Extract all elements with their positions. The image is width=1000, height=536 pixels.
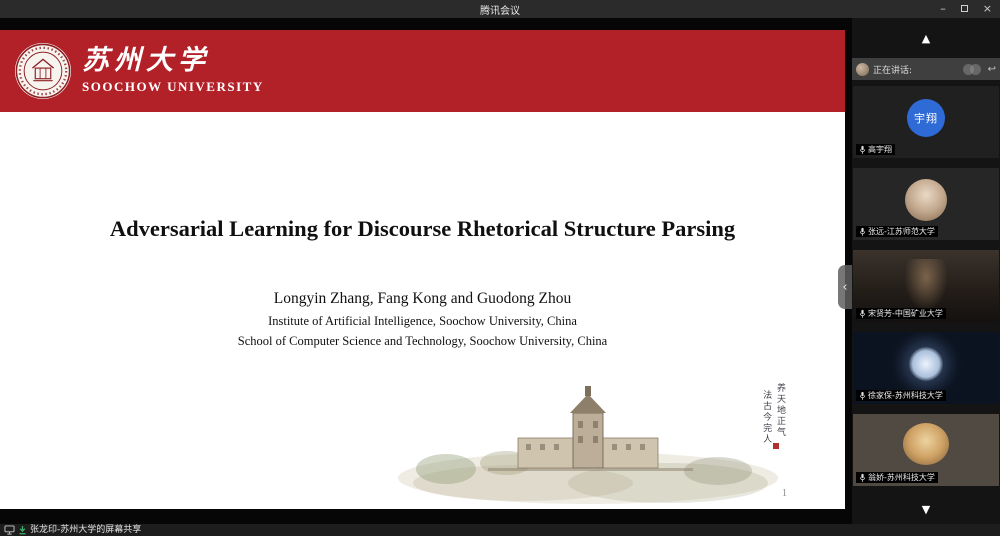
- reply-arrow-icon[interactable]: ↩: [988, 64, 996, 75]
- avatar-initials-text: 宇翔: [914, 110, 938, 126]
- slide-page-number: 1: [782, 488, 787, 499]
- motto-right-column: 养天地正气: [775, 383, 785, 445]
- university-motto-calligraphy: 法古今完人 养天地正气: [761, 383, 785, 445]
- mic-icon: [859, 145, 866, 155]
- university-seal-logo: [14, 42, 72, 100]
- participant-name: 徐家保-苏州科技大学: [868, 390, 943, 401]
- speaker-mini-avatars: [967, 64, 981, 75]
- slide-authors: Longyin Zhang, Fang Kong and Guodong Zho…: [0, 290, 845, 308]
- participants-panel: ▲ 正在讲话: ↩ 宇翔 高宇翔: [852, 18, 1000, 524]
- speaker-avatar: [856, 63, 869, 76]
- maximize-icon: [961, 5, 968, 12]
- red-seal-stamp: [773, 443, 779, 449]
- up-arrow-icon: ▲: [922, 32, 930, 45]
- status-bar: 张龙印-苏州大学的屏幕共享: [0, 524, 1000, 536]
- slide-affiliation-2: School of Computer Science and Technolog…: [0, 334, 845, 349]
- speaking-indicator-bar: 正在讲话: ↩: [852, 58, 1000, 80]
- participant-tile[interactable]: 徐家保-苏州科技大学: [853, 332, 999, 404]
- participant-name-label: 翁娇-苏州科技大学: [856, 472, 938, 483]
- slide-header-banner: 苏州大学 SOOCHOW UNIVERSITY: [0, 30, 845, 112]
- window-title: 腾讯会议: [480, 2, 520, 17]
- avatar-initials: 宇翔: [907, 99, 945, 137]
- scroll-up-button[interactable]: ▲: [852, 18, 1000, 58]
- minimize-button[interactable]: –: [940, 0, 946, 18]
- screen-share-icon: [4, 525, 15, 535]
- participant-name-label: 高宇翔: [856, 144, 895, 155]
- avatar-dog-photo: [903, 423, 949, 465]
- participant-name-label: 张远-江苏师范大学: [856, 226, 938, 237]
- participant-tile[interactable]: 宇翔 高宇翔: [853, 86, 999, 158]
- window-controls: – ×: [940, 0, 992, 18]
- screen-share-area: 苏州大学 SOOCHOW UNIVERSITY Adversarial Lear…: [0, 18, 852, 524]
- participant-tile[interactable]: 翁娇-苏州科技大学: [853, 414, 999, 486]
- avatar-photo: [905, 179, 947, 221]
- participant-tile[interactable]: 张远-江苏师范大学: [853, 168, 999, 240]
- campus-illustration-svg: [388, 381, 793, 509]
- university-name-cn: 苏州大学: [82, 47, 264, 75]
- speaking-label: 正在讲话:: [873, 63, 912, 76]
- main-area: 苏州大学 SOOCHOW UNIVERSITY Adversarial Lear…: [0, 18, 1000, 524]
- down-arrow-icon: ▼: [922, 503, 930, 516]
- avatar-moon-photo: [909, 347, 943, 381]
- mic-icon: [859, 309, 866, 319]
- participant-name: 翁娇-苏州科技大学: [868, 472, 935, 483]
- participant-name: 高宇翔: [868, 144, 892, 155]
- chevron-left-icon: ‹: [842, 280, 847, 295]
- slide-title: Adversarial Learning for Discourse Rheto…: [0, 216, 845, 242]
- slide-affiliation-1: Institute of Artificial Intelligence, So…: [0, 314, 845, 329]
- window-titlebar[interactable]: 腾讯会议 – ×: [0, 0, 1000, 18]
- close-button[interactable]: ×: [983, 0, 992, 18]
- panel-collapse-handle[interactable]: ‹: [838, 265, 852, 309]
- shared-slide: 苏州大学 SOOCHOW UNIVERSITY Adversarial Lear…: [0, 30, 845, 509]
- participant-name-label: 宋贤芳-中国矿业大学: [856, 308, 946, 319]
- scroll-down-button[interactable]: ▼: [852, 496, 1000, 522]
- participant-name: 张远-江苏师范大学: [868, 226, 935, 237]
- mic-icon: [859, 473, 866, 483]
- motto-left-column: 法古今完人: [761, 390, 771, 445]
- university-wordmark: 苏州大学 SOOCHOW UNIVERSITY: [82, 47, 264, 95]
- mic-icon: [859, 391, 866, 401]
- participant-name: 宋贤芳-中国矿业大学: [868, 308, 943, 319]
- mic-icon: [859, 227, 866, 237]
- participant-tile[interactable]: 宋贤芳-中国矿业大学: [853, 250, 999, 322]
- campus-illustration: 法古今完人 养天地正气: [388, 381, 793, 509]
- participant-tile-list: 宇翔 高宇翔: [853, 86, 999, 486]
- university-name-en: SOOCHOW UNIVERSITY: [82, 79, 264, 95]
- maximize-button[interactable]: [961, 0, 968, 18]
- download-arrow-icon[interactable]: [18, 525, 27, 535]
- screen-share-status-text: 张龙印-苏州大学的屏幕共享: [30, 524, 141, 536]
- slide-body: Adversarial Learning for Discourse Rheto…: [0, 112, 845, 509]
- participant-name-label: 徐家保-苏州科技大学: [856, 390, 946, 401]
